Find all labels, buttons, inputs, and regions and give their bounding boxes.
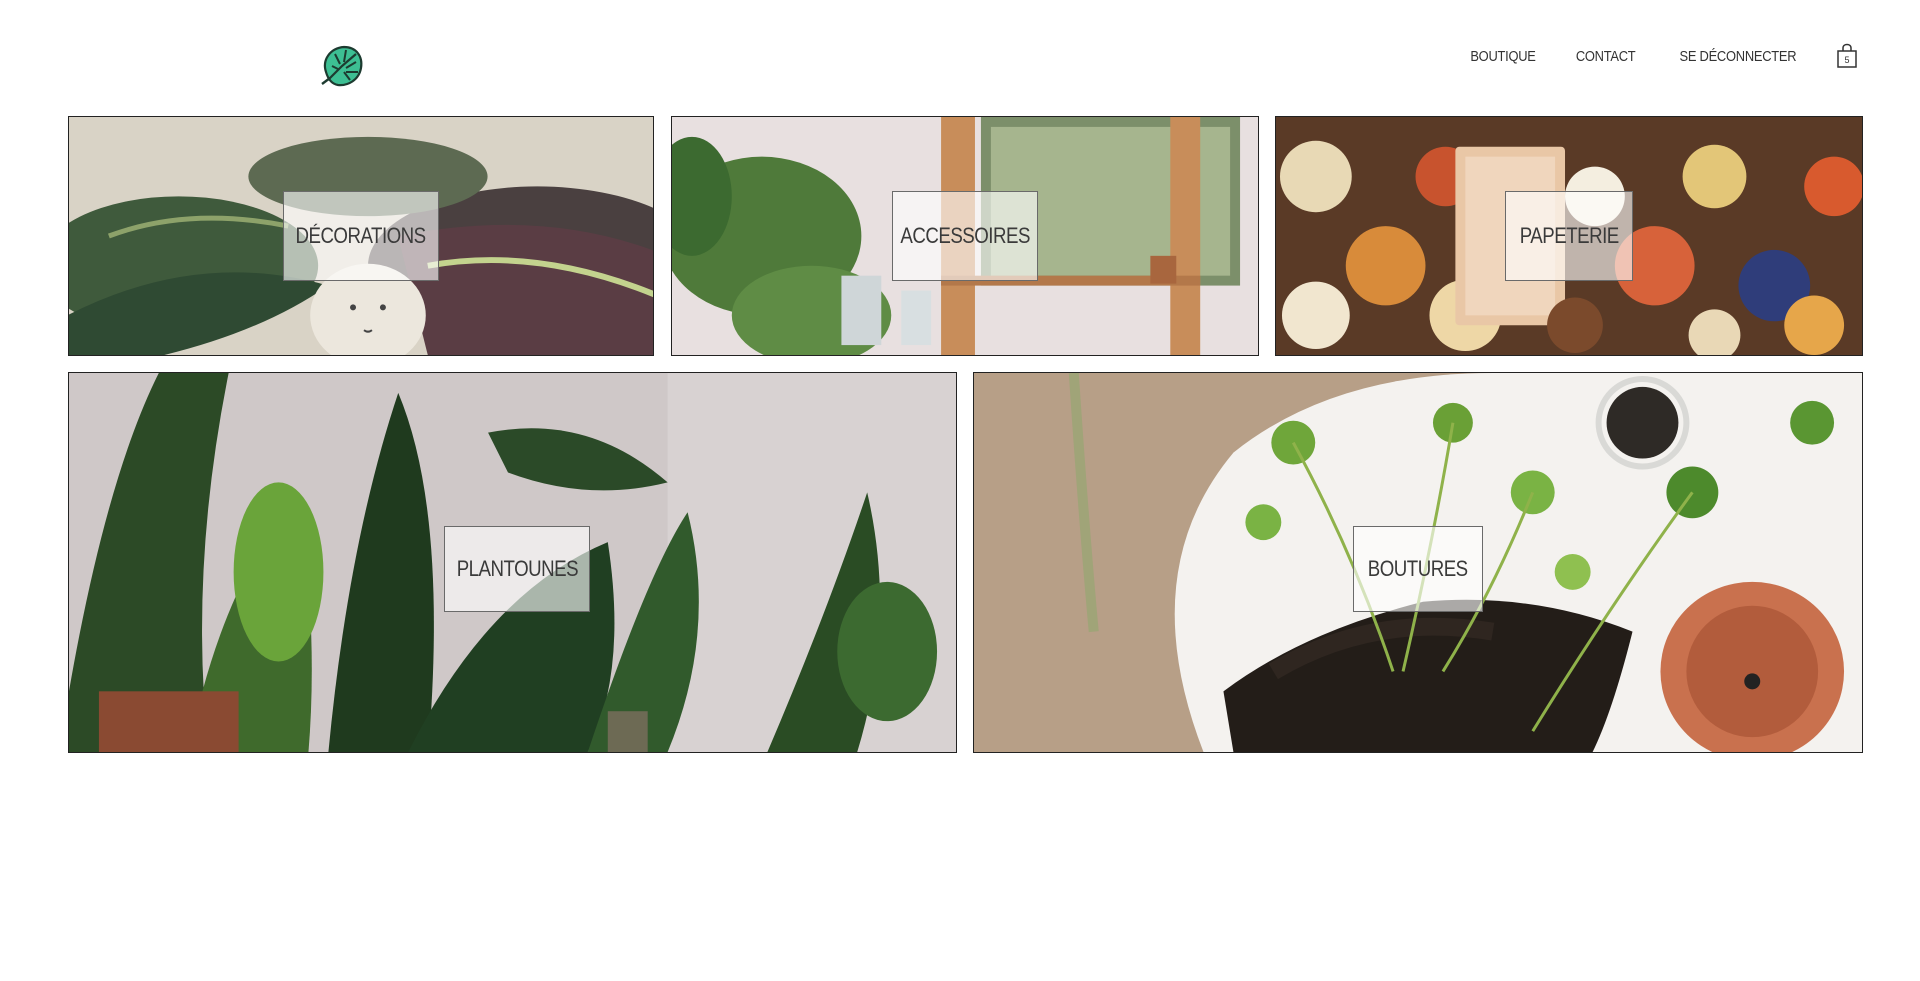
category-tile-plantounes[interactable]: PLANTOUNES [68,372,957,753]
category-tile-decorations[interactable]: DÉCORATIONS [68,116,654,356]
category-label[interactable]: DÉCORATIONS [283,191,439,281]
category-label[interactable]: PAPETERIE [1505,191,1633,281]
nav-logout[interactable]: SE DÉCONNECTER [1680,48,1797,65]
category-label[interactable]: PLANTOUNES [444,526,590,612]
cart-count: 5 [1844,55,1850,65]
category-tile-boutures[interactable]: BOUTURES [973,372,1863,753]
nav-contact[interactable]: CONTACT [1576,48,1636,65]
monstera-leaf-icon [321,45,363,87]
category-tile-papeterie[interactable]: PAPETERIE [1275,116,1863,356]
cart-button[interactable]: 5 [1836,43,1858,69]
logo[interactable] [318,42,366,90]
category-tile-accessoires[interactable]: ACCESSOIRES [671,116,1259,356]
category-label[interactable]: ACCESSOIRES [892,191,1038,281]
nav-boutique[interactable]: BOUTIQUE [1470,48,1536,65]
main-nav: BOUTIQUE CONTACT SE DÉCONNECTER 5 [1465,42,1858,70]
category-label[interactable]: BOUTURES [1353,526,1483,612]
